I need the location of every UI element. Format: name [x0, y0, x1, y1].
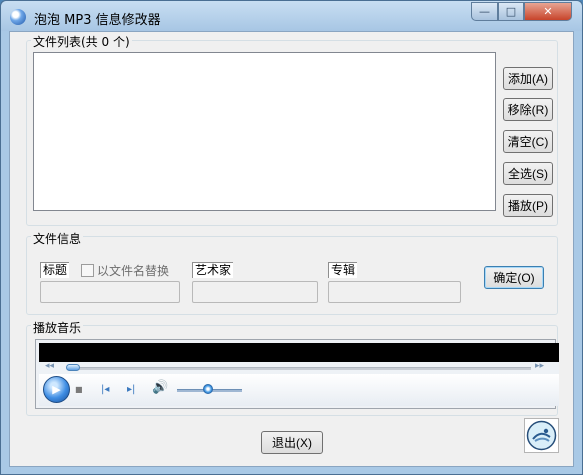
seek-back-icon[interactable]: ◂◂: [45, 361, 54, 371]
next-icon[interactable]: ▸|: [127, 384, 135, 395]
app-icon: [10, 9, 26, 25]
client-area: 文件列表(共 0 个) 添加(A) 移除(R) 清空(C) 全选(S) 播放(P…: [9, 31, 574, 467]
replace-with-filename-checkbox[interactable]: 以文件名替换: [81, 262, 169, 279]
player-label: 播放音乐: [31, 319, 84, 336]
title-field[interactable]: [40, 281, 180, 303]
seek-forward-icon[interactable]: ▸▸: [535, 361, 544, 371]
select-all-button[interactable]: 全选(S): [503, 162, 553, 185]
file-list-label: 文件列表(共 0 个): [31, 33, 132, 50]
media-player: ◂◂ ▸▸ ▶ ■ |◂ ▸| 🔊: [35, 339, 559, 409]
previous-icon[interactable]: |◂: [101, 384, 109, 395]
seek-bar[interactable]: ◂◂ ▸▸: [39, 361, 559, 374]
file-list-box[interactable]: [33, 52, 496, 211]
stop-icon[interactable]: ■: [75, 385, 83, 394]
window-title: 泡泡 MP3 信息修改器: [34, 13, 161, 28]
confirm-button[interactable]: 确定(O): [484, 266, 544, 289]
exit-button[interactable]: 退出(X): [261, 431, 323, 454]
file-list-group: 文件列表(共 0 个) 添加(A) 移除(R) 清空(C) 全选(S) 播放(P…: [26, 33, 558, 226]
volume-icon[interactable]: 🔊: [152, 380, 168, 395]
checkbox-box[interactable]: [81, 264, 94, 277]
brand-icon: [524, 418, 559, 453]
artist-field[interactable]: [192, 281, 318, 303]
seek-thumb[interactable]: [66, 364, 80, 371]
video-area: [39, 343, 559, 362]
artist-label: 艺术家: [192, 262, 234, 278]
control-bar: ▶ ■ |◂ ▸| 🔊: [39, 374, 559, 406]
close-button[interactable]: ✕: [524, 2, 572, 21]
play-icon[interactable]: ▶: [43, 376, 70, 403]
add-button[interactable]: 添加(A): [503, 67, 553, 90]
album-label: 专辑: [328, 262, 358, 278]
replace-with-filename-label: 以文件名替换: [97, 264, 170, 278]
app-window: 泡泡 MP3 信息修改器 — □ ✕ 文件列表(共 0 个) 添加(A) 移除(…: [0, 0, 583, 475]
player-group: 播放音乐 ◂◂ ▸▸ ▶ ■ |◂ ▸| 🔊: [26, 319, 559, 416]
album-field[interactable]: [328, 281, 461, 303]
title-bar: 泡泡 MP3 信息修改器 — □ ✕: [1, 1, 582, 31]
seek-track[interactable]: [69, 367, 531, 370]
minimize-button[interactable]: —: [471, 2, 498, 21]
play-file-button[interactable]: 播放(P): [503, 194, 553, 217]
title-label: 标题: [40, 262, 70, 278]
brand-graphic: [526, 420, 557, 451]
remove-button[interactable]: 移除(R): [503, 98, 553, 121]
volume-thumb[interactable]: [203, 384, 213, 394]
clear-button[interactable]: 清空(C): [503, 130, 553, 153]
maximize-button[interactable]: □: [498, 2, 524, 21]
file-info-label: 文件信息: [31, 230, 84, 247]
file-info-group: 文件信息 标题 以文件名替换 艺术家 专辑 确定(O): [26, 230, 558, 315]
